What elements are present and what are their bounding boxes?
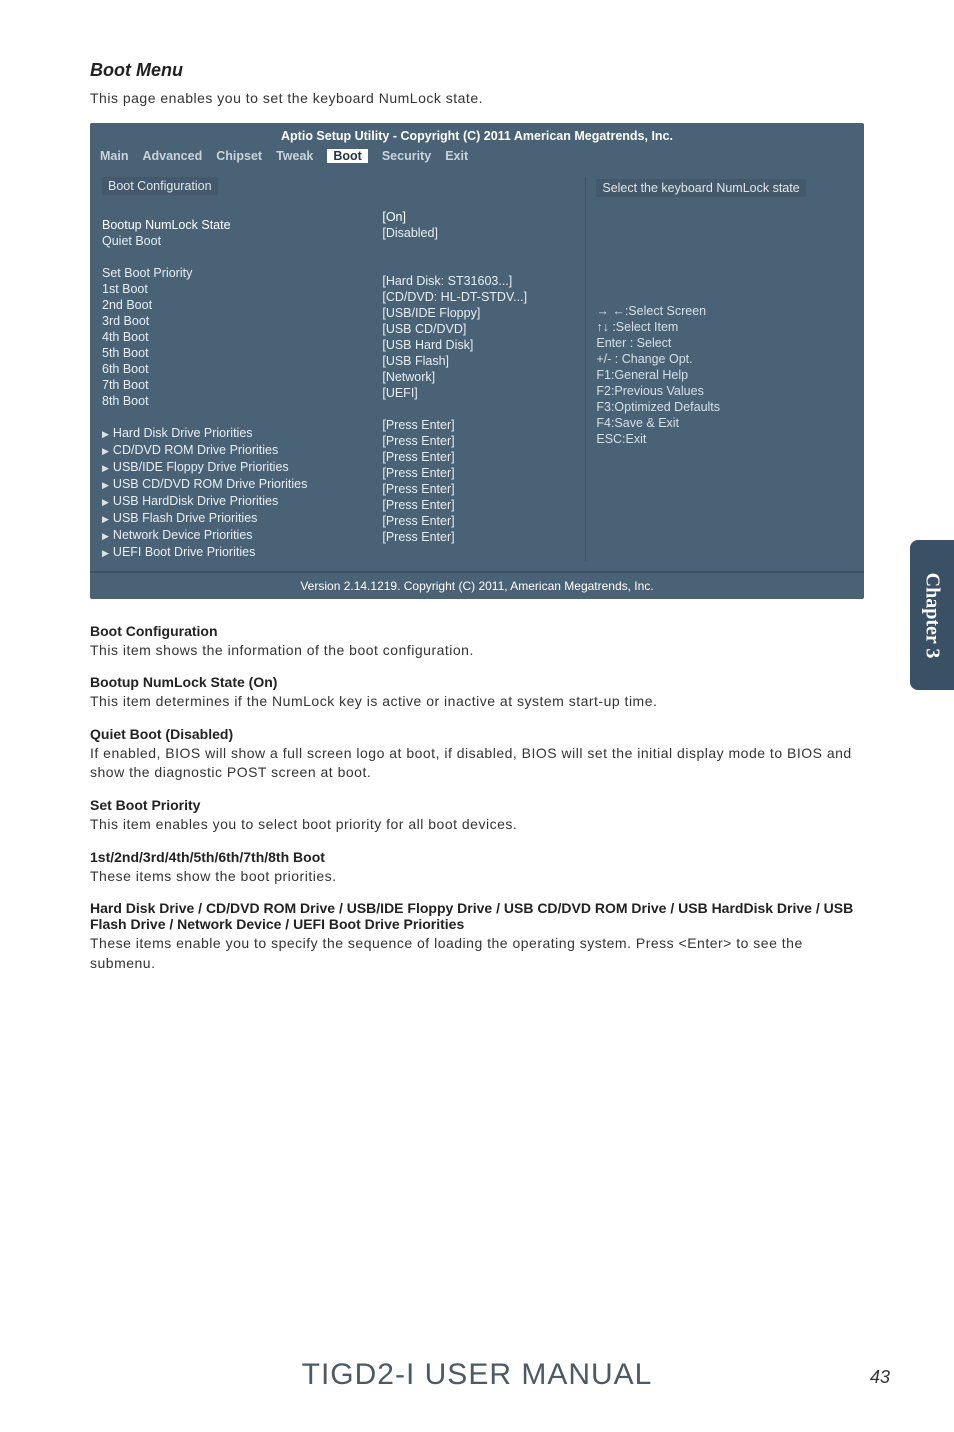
bios-value: [USB Hard Disk]: [382, 337, 585, 353]
bios-tab-main[interactable]: Main: [100, 149, 128, 163]
bios-label: [102, 249, 382, 265]
bios-submenu[interactable]: CD/DVD ROM Drive Priorities: [102, 442, 382, 459]
bios-value: [382, 401, 585, 417]
bios-value: [CD/DVD: HL-DT-STDV...]: [382, 289, 585, 305]
bios-tab-advanced[interactable]: Advanced: [142, 149, 202, 163]
help-key: F3:Optimized Defaults: [596, 399, 854, 415]
bios-value: [Press Enter]: [382, 417, 585, 433]
bios-value: [Network]: [382, 369, 585, 385]
help-key: F2:Previous Values: [596, 383, 854, 399]
bios-value: [382, 241, 585, 257]
bios-submenu[interactable]: Network Device Priorities: [102, 527, 382, 544]
bios-item[interactable]: Bootup NumLock State: [102, 217, 382, 233]
bios-value: [Press Enter]: [382, 529, 585, 545]
bios-value: [USB/IDE Floppy]: [382, 305, 585, 321]
boot-order-item[interactable]: 1st Boot: [102, 281, 382, 297]
bios-submenu[interactable]: USB HardDisk Drive Priorities: [102, 493, 382, 510]
desc-heading: Boot Configuration: [90, 623, 864, 639]
desc-heading: Hard Disk Drive / CD/DVD ROM Drive / USB…: [90, 900, 864, 932]
bios-label: [102, 409, 382, 425]
bios-value: [USB CD/DVD]: [382, 321, 585, 337]
help-key: Enter : Select: [596, 335, 854, 351]
bios-item[interactable]: Quiet Boot: [102, 233, 382, 249]
boot-config-heading: Boot Configuration: [102, 177, 382, 201]
help-key: → ←:Select Screen: [596, 303, 854, 319]
bios-value: [382, 193, 585, 209]
bios-value: [382, 257, 585, 273]
bios-value: [Hard Disk: ST31603...]: [382, 273, 585, 289]
bios-value: [On]: [382, 209, 585, 225]
desc-paragraph: If enabled, BIOS will show a full screen…: [90, 744, 864, 783]
bios-footer: Version 2.14.1219. Copyright (C) 2011, A…: [90, 571, 864, 599]
desc-paragraph: These items enable you to specify the se…: [90, 934, 864, 973]
help-key: ESC:Exit: [596, 431, 854, 447]
help-key: ↑↓ :Select Item: [596, 319, 854, 335]
bios-value: [Press Enter]: [382, 449, 585, 465]
page-number: 43: [870, 1367, 890, 1388]
boot-order-item[interactable]: 3rd Boot: [102, 313, 382, 329]
boot-order-item[interactable]: 4th Boot: [102, 329, 382, 345]
bios-value: [Press Enter]: [382, 433, 585, 449]
bios-value: [Disabled]: [382, 225, 585, 241]
section-title: Boot Menu: [90, 60, 864, 81]
bios-submenu[interactable]: UEFI Boot Drive Priorities: [102, 544, 382, 561]
bios-label: [102, 201, 382, 217]
bios-submenu[interactable]: Hard Disk Drive Priorities: [102, 425, 382, 442]
bios-title: Aptio Setup Utility - Copyright (C) 2011…: [90, 123, 864, 145]
bios-value: [Press Enter]: [382, 513, 585, 529]
desc-paragraph: This item determines if the NumLock key …: [90, 692, 864, 712]
help-key: F1:General Help: [596, 367, 854, 383]
help-key: +/- : Change Opt.: [596, 351, 854, 367]
boot-order-item[interactable]: 5th Boot: [102, 345, 382, 361]
desc-heading: 1st/2nd/3rd/4th/5th/6th/7th/8th Boot: [90, 849, 864, 865]
desc-heading: Quiet Boot (Disabled): [90, 726, 864, 742]
boot-order-item[interactable]: 2nd Boot: [102, 297, 382, 313]
bios-tab-security[interactable]: Security: [382, 149, 431, 163]
set-boot-priority: Set Boot Priority: [102, 265, 382, 281]
boot-order-item[interactable]: 8th Boot: [102, 393, 382, 409]
desc-paragraph: This item shows the information of the b…: [90, 641, 864, 661]
bios-value: [USB Flash]: [382, 353, 585, 369]
bios-submenu[interactable]: USB Flash Drive Priorities: [102, 510, 382, 527]
desc-heading: Bootup NumLock State (On): [90, 674, 864, 690]
bios-value: [Press Enter]: [382, 481, 585, 497]
intro-text: This page enables you to set the keyboar…: [90, 89, 864, 109]
help-text: Select the keyboard NumLock state: [596, 179, 805, 197]
bios-value: [UEFI]: [382, 385, 585, 401]
bios-tab-chipset[interactable]: Chipset: [216, 149, 262, 163]
bios-submenu[interactable]: USB CD/DVD ROM Drive Priorities: [102, 476, 382, 493]
desc-paragraph: This item enables you to select boot pri…: [90, 815, 864, 835]
bios-tabs[interactable]: Main Advanced Chipset Tweak Boot Security Exit: [90, 145, 864, 167]
manual-title: TIGD2-I USER MANUAL: [0, 1358, 954, 1392]
bios-tab-boot[interactable]: Boot: [327, 149, 367, 163]
bios-panel: Aptio Setup Utility - Copyright (C) 2011…: [90, 123, 864, 599]
desc-paragraph: These items show the boot priorities.: [90, 867, 864, 887]
chapter-label: Chapter 3: [921, 572, 944, 658]
help-key: F4:Save & Exit: [596, 415, 854, 431]
chapter-tab: Chapter 3: [910, 540, 954, 690]
desc-heading: Set Boot Priority: [90, 797, 864, 813]
bios-value: [Press Enter]: [382, 465, 585, 481]
bios-tab-tweak[interactable]: Tweak: [276, 149, 313, 163]
bios-submenu[interactable]: USB/IDE Floppy Drive Priorities: [102, 459, 382, 476]
bios-tab-exit[interactable]: Exit: [445, 149, 468, 163]
boot-order-item[interactable]: 7th Boot: [102, 377, 382, 393]
bios-value: [382, 177, 585, 193]
bios-value: [Press Enter]: [382, 497, 585, 513]
boot-order-item[interactable]: 6th Boot: [102, 361, 382, 377]
